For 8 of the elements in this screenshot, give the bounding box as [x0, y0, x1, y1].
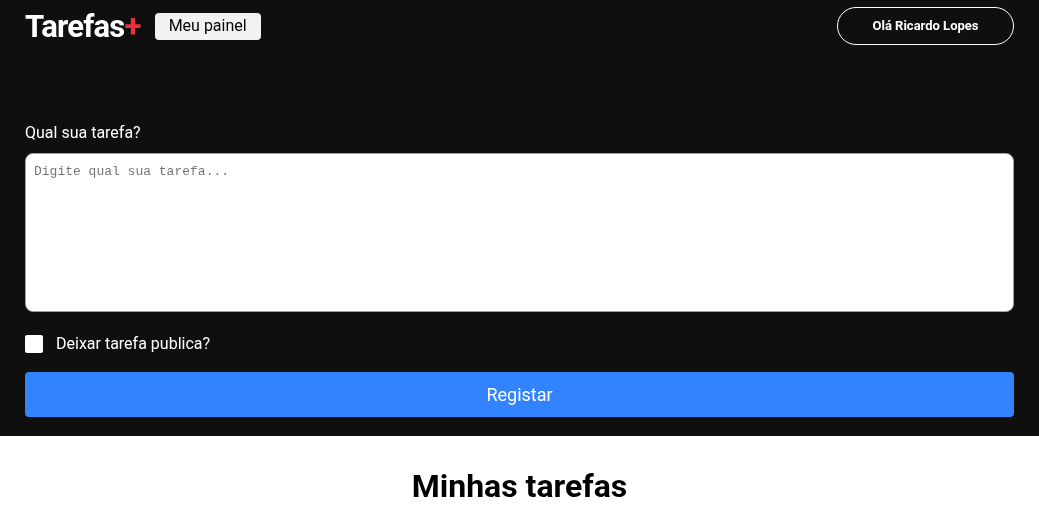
- checkbox-label: Deixar tarefa publica?: [56, 333, 211, 355]
- section-title: Minhas tarefas: [411, 470, 628, 502]
- field-label: Qual sua tarefa?: [25, 122, 141, 144]
- checkbox[interactable]: [25, 335, 43, 353]
- dashboard-button[interactable]: Meu painel: [154, 12, 261, 40]
- logo[interactable]: Tarefas+: [25, 10, 141, 42]
- submit-button[interactable]: Registar: [25, 372, 1014, 417]
- task-input-field[interactable]: Digite qual sua tarefa...: [25, 153, 1014, 312]
